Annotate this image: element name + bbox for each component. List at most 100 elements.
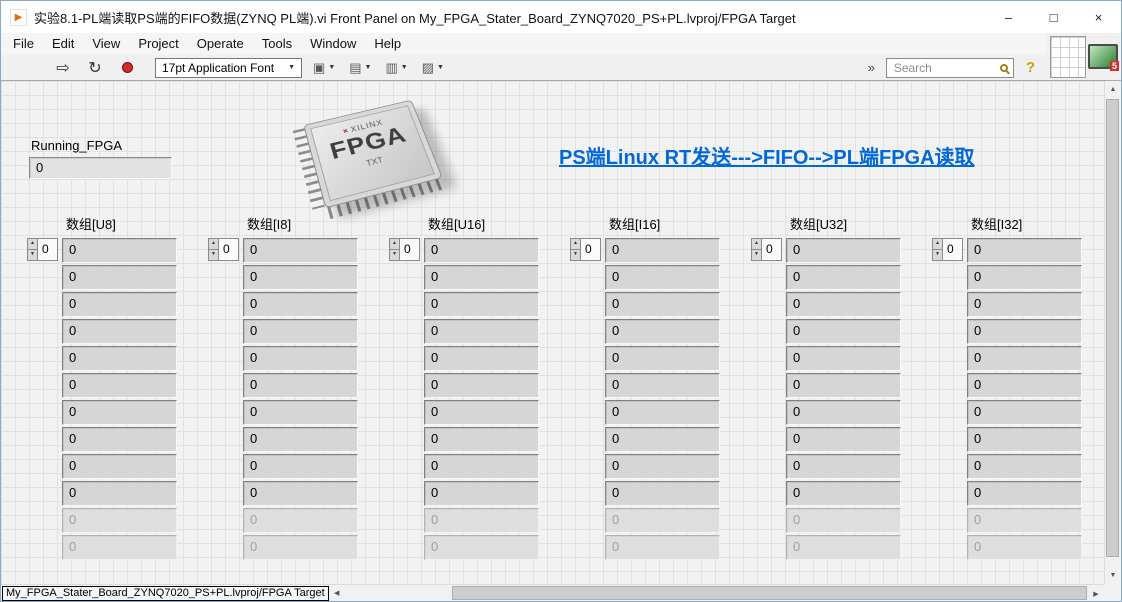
- search-box[interactable]: [885, 57, 1014, 78]
- increment-icon[interactable]: [27, 238, 38, 250]
- menu-item-operate[interactable]: Operate: [188, 33, 253, 55]
- array-cells: 000000000000: [62, 238, 177, 560]
- align-objects-dropdown[interactable]: ▣ ▼: [310, 58, 338, 78]
- maximize-button[interactable]: □: [1031, 1, 1076, 33]
- array-label: 数组[U16]: [428, 217, 486, 232]
- toolbar-corner: 5: [1047, 33, 1121, 81]
- menu-item-tools[interactable]: Tools: [253, 33, 301, 55]
- array-index-value[interactable]: 0: [400, 238, 420, 261]
- array-cell: 0: [967, 238, 1082, 263]
- menu-item-window[interactable]: Window: [301, 33, 365, 55]
- array-cell: 0: [605, 454, 720, 479]
- array-column: 数组[U8] 0 000000000000: [27, 214, 177, 560]
- labview-app-icon: ▶: [10, 8, 27, 26]
- array-cell: 0: [62, 454, 177, 479]
- array-label: 数组[I32]: [971, 217, 1023, 232]
- array-cell: 0: [243, 535, 358, 560]
- array-cell: 0: [243, 373, 358, 398]
- array-cell: 0: [967, 346, 1082, 371]
- array-cell: 0: [243, 427, 358, 452]
- scroll-down-icon[interactable]: [1105, 567, 1121, 584]
- run-continuous-button[interactable]: ↻: [83, 57, 107, 79]
- toolbar: ⇨ ↻ 17pt Application Font ▼ ▣ ▼ ▤ ▼ ▥ ▼ …: [1, 55, 1047, 81]
- help-button[interactable]: ?: [1022, 59, 1039, 76]
- menu-item-edit[interactable]: Edit: [43, 33, 83, 55]
- scroll-left-icon[interactable]: [329, 585, 345, 602]
- array-cell: 0: [967, 265, 1082, 290]
- array-cell: 0: [605, 427, 720, 452]
- array-index-value[interactable]: 0: [943, 238, 963, 261]
- array-cell: 0: [424, 400, 539, 425]
- array-index-control[interactable]: 0: [389, 238, 420, 261]
- decrement-icon[interactable]: [389, 250, 400, 261]
- array-cell: 0: [967, 481, 1082, 506]
- increment-icon[interactable]: [751, 238, 762, 250]
- vertical-scrollbar-thumb[interactable]: [1106, 99, 1119, 557]
- array-cell: 0: [243, 265, 358, 290]
- chevron-down-icon: ▼: [400, 64, 408, 71]
- decrement-icon[interactable]: [751, 250, 762, 261]
- decrement-icon[interactable]: [27, 250, 38, 261]
- array-index-control[interactable]: 0: [208, 238, 239, 261]
- array-cell: 0: [967, 454, 1082, 479]
- target-selector[interactable]: My_FPGA_Stater_Board_ZYNQ7020_PS+PL.lvpr…: [2, 585, 329, 601]
- array-index-control[interactable]: 0: [570, 238, 601, 261]
- array-index-control[interactable]: 0: [27, 238, 58, 261]
- menu-bar: File Edit View Project Operate Tools Win…: [1, 33, 1047, 55]
- array-cells: 000000000000: [243, 238, 358, 560]
- window-title: 实验8.1-PL端读取PS端的FIFO数据(ZYNQ PL端).vi Front…: [34, 10, 796, 26]
- toolbar-overflow-chevron[interactable]: »: [865, 60, 878, 75]
- array-cell: 0: [605, 265, 720, 290]
- increment-icon[interactable]: [570, 238, 581, 250]
- array-index-value[interactable]: 0: [762, 238, 782, 261]
- array-cell: 0: [605, 481, 720, 506]
- increment-icon[interactable]: [932, 238, 943, 250]
- title-bar: ▶ 实验8.1-PL端读取PS端的FIFO数据(ZYNQ PL端).vi Fro…: [1, 1, 1121, 33]
- grid-icon: [1050, 35, 1086, 78]
- increment-icon[interactable]: [389, 238, 400, 250]
- abort-button[interactable]: [115, 57, 139, 79]
- array-index-value[interactable]: 0: [581, 238, 601, 261]
- decrement-icon[interactable]: [570, 250, 581, 261]
- array-cell: 0: [786, 508, 901, 533]
- array-cell: 0: [786, 481, 901, 506]
- distribute-objects-icon: ▤: [349, 59, 362, 75]
- search-input[interactable]: [891, 59, 996, 76]
- array-cell: 0: [243, 481, 358, 506]
- array-cell: 0: [786, 265, 901, 290]
- array-cell: 0: [424, 508, 539, 533]
- decrement-icon[interactable]: [932, 250, 943, 261]
- array-cell: 0: [786, 319, 901, 344]
- run-button[interactable]: ⇨: [51, 57, 75, 79]
- scrollbar-corner: [1104, 584, 1121, 601]
- array-index-control[interactable]: 0: [751, 238, 782, 261]
- menu-item-help[interactable]: Help: [365, 33, 410, 55]
- reorder-objects-dropdown[interactable]: ▨ ▼: [419, 58, 447, 78]
- array-cell: 0: [786, 238, 901, 263]
- array-column: 数组[I8] 0 000000000000: [208, 214, 358, 560]
- array-cell: 0: [967, 400, 1082, 425]
- horizontal-scrollbar[interactable]: [345, 585, 1104, 601]
- menu-item-file[interactable]: File: [4, 33, 43, 55]
- increment-icon[interactable]: [208, 238, 219, 250]
- scroll-right-icon[interactable]: [1088, 585, 1104, 602]
- array-index-value[interactable]: 0: [38, 238, 58, 261]
- array-cell: 0: [243, 346, 358, 371]
- array-cell: 0: [605, 535, 720, 560]
- menu-item-project[interactable]: Project: [129, 33, 187, 55]
- array-cell: 0: [967, 292, 1082, 317]
- scroll-up-icon[interactable]: [1105, 81, 1121, 98]
- close-button[interactable]: ×: [1076, 1, 1121, 33]
- array-index-control[interactable]: 0: [932, 238, 963, 261]
- distribute-objects-dropdown[interactable]: ▤ ▼: [346, 58, 374, 78]
- decrement-icon[interactable]: [208, 250, 219, 261]
- array-index-value[interactable]: 0: [219, 238, 239, 261]
- resize-objects-dropdown[interactable]: ▥ ▼: [382, 58, 410, 78]
- minimize-button[interactable]: –: [986, 1, 1031, 33]
- menu-item-view[interactable]: View: [83, 33, 129, 55]
- array-label: 数组[I8]: [247, 217, 292, 232]
- font-selector[interactable]: 17pt Application Font ▼: [155, 57, 303, 78]
- vertical-scrollbar[interactable]: [1104, 81, 1121, 584]
- align-objects-icon: ▣: [313, 59, 326, 75]
- horizontal-scrollbar-thumb[interactable]: [451, 586, 1087, 600]
